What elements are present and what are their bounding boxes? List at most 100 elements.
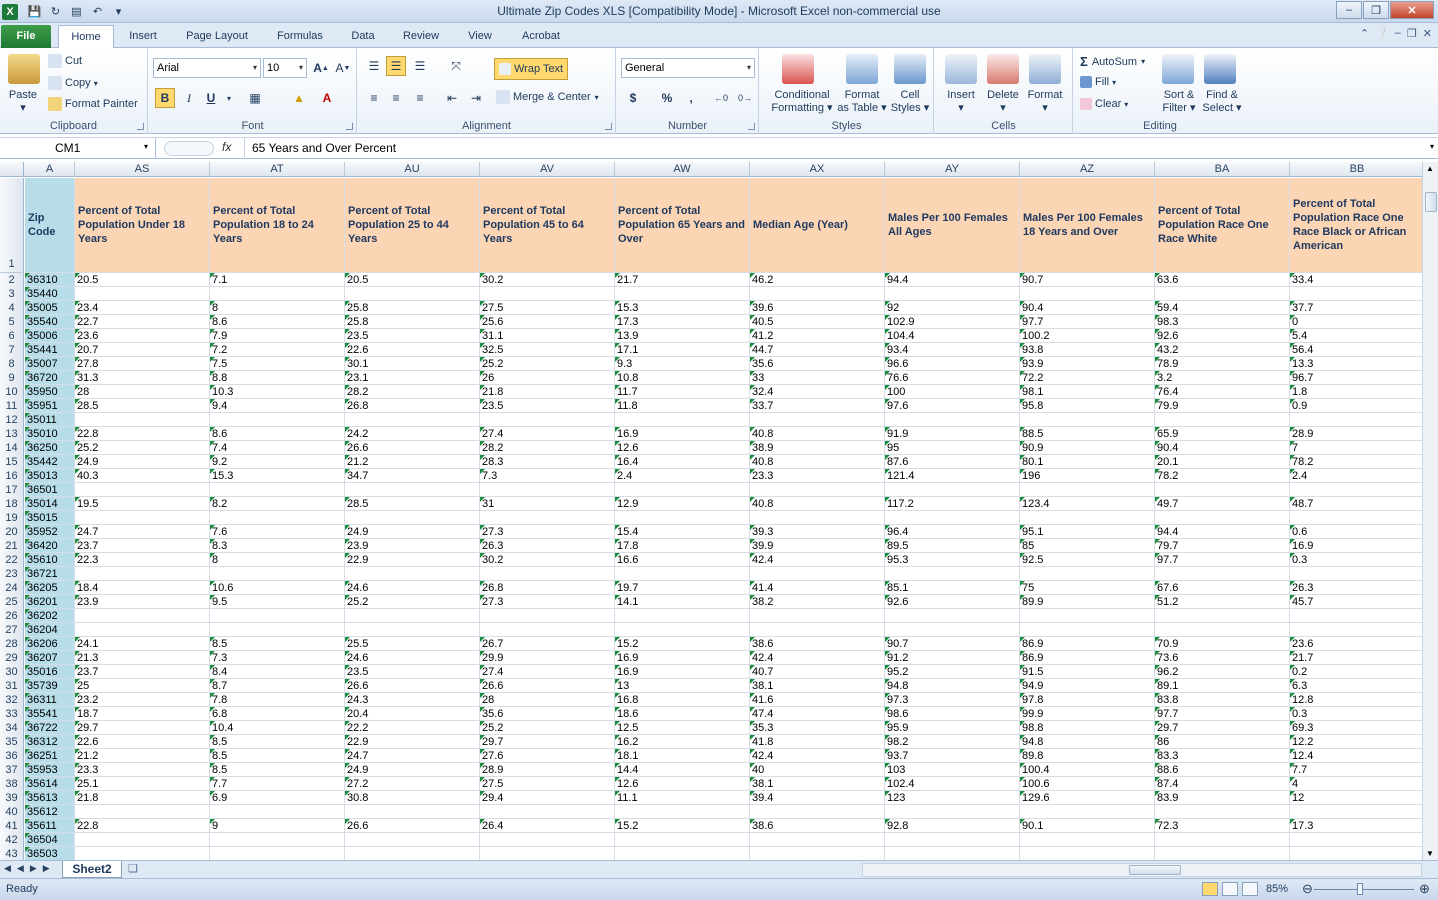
table-cell[interactable]: 14.1 bbox=[615, 595, 750, 609]
table-cell[interactable]: 87.6 bbox=[885, 455, 1020, 469]
table-cell[interactable]: 35612 bbox=[25, 805, 75, 819]
name-box-dropdown-icon[interactable]: ▾ bbox=[144, 142, 148, 151]
table-cell[interactable]: 21.7 bbox=[1290, 651, 1422, 665]
row-header[interactable]: 36 bbox=[0, 749, 24, 764]
shrink-font-icon[interactable]: A ▼ bbox=[333, 58, 353, 78]
table-cell[interactable]: 26.6 bbox=[345, 441, 480, 455]
table-cell[interactable]: 34.7 bbox=[345, 469, 480, 483]
clear-button[interactable]: Clear ▾ bbox=[1080, 98, 1128, 110]
table-cell[interactable]: 117.2 bbox=[885, 497, 1020, 511]
sort-filter-button[interactable]: Sort & Filter ▾ bbox=[1156, 89, 1202, 115]
table-cell[interactable]: 22.3 bbox=[75, 553, 210, 567]
table-cell[interactable]: 8.4 bbox=[210, 665, 345, 679]
worksheet-grid[interactable]: A AS AT AU AV AW AX AY AZ BA BB 1 2 3 4 5 6 7 8 9 10 11 12 13 14… bbox=[0, 162, 1422, 860]
table-cell[interactable]: 25.5 bbox=[345, 637, 480, 651]
cell-styles-button[interactable]: Cell Styles ▾ bbox=[888, 89, 932, 115]
table-cell[interactable]: 23.5 bbox=[345, 665, 480, 679]
table-cell[interactable]: 94.8 bbox=[885, 679, 1020, 693]
table-cell[interactable]: 29.7 bbox=[1155, 721, 1290, 735]
table-cell[interactable]: 88.5 bbox=[1020, 427, 1155, 441]
row-header[interactable]: 14 bbox=[0, 441, 24, 456]
workbook-close-icon[interactable]: ✕ bbox=[1423, 27, 1432, 40]
table-cell[interactable]: 100.2 bbox=[1020, 329, 1155, 343]
table-cell[interactable]: 28.2 bbox=[480, 441, 615, 455]
table-cell[interactable]: 21.7 bbox=[615, 273, 750, 287]
table-cell[interactable]: 32.5 bbox=[480, 343, 615, 357]
table-cell[interactable]: 23.7 bbox=[75, 539, 210, 553]
help-icon[interactable]: ❔ bbox=[1375, 27, 1389, 40]
table-cell[interactable]: 48.7 bbox=[1290, 497, 1422, 511]
table-cell[interactable]: 27.3 bbox=[480, 595, 615, 609]
table-cell[interactable]: 33.7 bbox=[750, 399, 885, 413]
table-cell[interactable]: 35614 bbox=[25, 777, 75, 791]
table-cell[interactable]: 8 bbox=[210, 301, 345, 315]
table-cell[interactable]: 29.4 bbox=[480, 791, 615, 805]
zoom-slider-thumb[interactable] bbox=[1357, 883, 1363, 895]
table-cell[interactable]: 23.9 bbox=[345, 539, 480, 553]
table-cell[interactable]: 100.6 bbox=[1020, 777, 1155, 791]
paste-dropdown-icon[interactable]: ▾ bbox=[16, 102, 30, 115]
table-cell[interactable]: 8.6 bbox=[210, 315, 345, 329]
header-cell-as[interactable]: Percent of Total Population Under 18 Yea… bbox=[75, 178, 210, 272]
table-cell[interactable]: 18.1 bbox=[615, 749, 750, 763]
format-painter-button[interactable]: Format Painter bbox=[48, 97, 138, 111]
table-cell[interactable]: 16.9 bbox=[615, 427, 750, 441]
header-cell-a[interactable]: Zip Code bbox=[25, 178, 75, 272]
table-cell[interactable]: 24.3 bbox=[345, 693, 480, 707]
table-cell[interactable]: 83.3 bbox=[1155, 749, 1290, 763]
table-cell[interactable]: 90.7 bbox=[885, 637, 1020, 651]
table-cell[interactable]: 26 bbox=[480, 371, 615, 385]
table-cell[interactable]: 40.3 bbox=[75, 469, 210, 483]
borders-icon[interactable]: ▦ bbox=[245, 88, 265, 108]
table-cell[interactable]: 25 bbox=[75, 679, 210, 693]
row-header[interactable]: 34 bbox=[0, 721, 24, 736]
normal-view-icon[interactable] bbox=[1202, 882, 1218, 896]
row-header[interactable]: 41 bbox=[0, 819, 24, 834]
table-cell[interactable]: 18.7 bbox=[75, 707, 210, 721]
row-header[interactable]: 17 bbox=[0, 483, 24, 498]
table-cell[interactable]: 95.9 bbox=[885, 721, 1020, 735]
row-header[interactable]: 2 bbox=[0, 273, 24, 288]
minimize-icon[interactable]: – bbox=[1336, 1, 1362, 19]
insert-function-icon[interactable]: fx bbox=[222, 140, 231, 154]
header-cell-ax[interactable]: Median Age (Year) bbox=[750, 178, 885, 272]
table-cell[interactable]: 6.3 bbox=[1290, 679, 1422, 693]
column-header-ba[interactable]: BA bbox=[1155, 162, 1290, 177]
sheet-tab-sheet2[interactable]: Sheet2 bbox=[62, 861, 122, 878]
table-cell[interactable]: 35950 bbox=[25, 385, 75, 399]
table-cell[interactable]: 12.9 bbox=[615, 497, 750, 511]
number-format-box[interactable]: General ▾ bbox=[621, 58, 755, 78]
row-header[interactable]: 27 bbox=[0, 623, 24, 638]
percent-button[interactable]: % bbox=[657, 88, 677, 108]
table-cell[interactable]: 40.5 bbox=[750, 315, 885, 329]
table-cell[interactable]: 26.8 bbox=[345, 399, 480, 413]
table-cell[interactable]: 83.9 bbox=[1155, 791, 1290, 805]
format-cells-icon[interactable] bbox=[1029, 54, 1061, 84]
row-header[interactable]: 28 bbox=[0, 637, 24, 652]
table-cell[interactable]: 9.4 bbox=[210, 399, 345, 413]
table-cell[interactable]: 35952 bbox=[25, 525, 75, 539]
increase-decimal-icon[interactable]: ←0 bbox=[711, 88, 731, 108]
row-header[interactable]: 21 bbox=[0, 539, 24, 554]
row-header[interactable]: 39 bbox=[0, 791, 24, 806]
header-cell-aw[interactable]: Percent of Total Population 65 Years and… bbox=[615, 178, 750, 272]
align-top-icon[interactable]: ☰ bbox=[364, 56, 384, 76]
clipboard-launcher-icon[interactable] bbox=[137, 123, 144, 130]
zoom-slider-track[interactable] bbox=[1314, 889, 1414, 890]
table-cell[interactable]: 35.6 bbox=[750, 357, 885, 371]
table-cell[interactable]: 35442 bbox=[25, 455, 75, 469]
table-cell[interactable]: 129.6 bbox=[1020, 791, 1155, 805]
table-cell[interactable]: 35540 bbox=[25, 315, 75, 329]
column-header-az[interactable]: AZ bbox=[1020, 162, 1155, 177]
table-cell[interactable]: 30.2 bbox=[480, 553, 615, 567]
table-cell[interactable]: 59.4 bbox=[1155, 301, 1290, 315]
table-cell[interactable]: 14.4 bbox=[615, 763, 750, 777]
table-cell[interactable]: 16.6 bbox=[615, 553, 750, 567]
table-cell[interactable]: 3.2 bbox=[1155, 371, 1290, 385]
table-cell[interactable]: 104.4 bbox=[885, 329, 1020, 343]
table-cell[interactable]: 23.2 bbox=[75, 693, 210, 707]
column-header-bb[interactable]: BB bbox=[1290, 162, 1422, 177]
table-cell[interactable]: 95.2 bbox=[885, 665, 1020, 679]
table-cell[interactable]: 30.1 bbox=[345, 357, 480, 371]
row-header[interactable]: 1 bbox=[0, 178, 24, 273]
